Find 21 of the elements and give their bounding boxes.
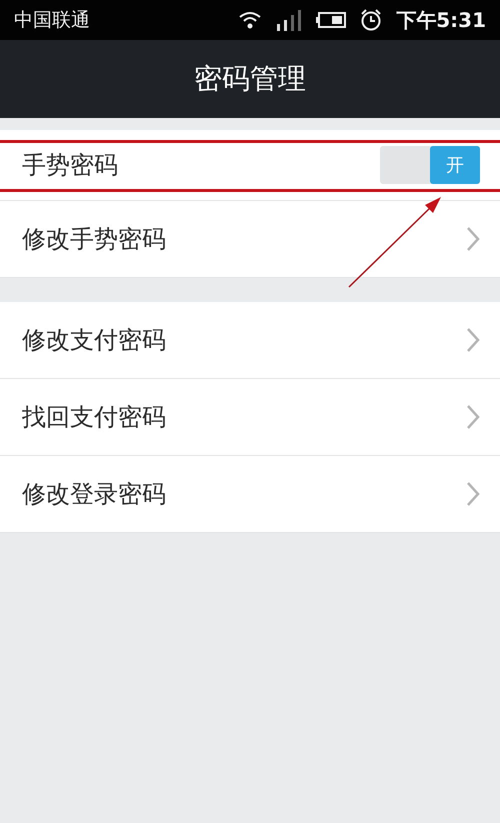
alarm-clock-icon bbox=[360, 9, 382, 31]
battery-icon bbox=[316, 12, 346, 28]
chevron-right-icon bbox=[466, 404, 480, 430]
row-label: 找回支付密码 bbox=[22, 402, 167, 433]
chevron-right-icon bbox=[466, 327, 480, 353]
settings-row[interactable]: 手势密码 开 bbox=[0, 130, 500, 201]
settings-row[interactable]: 修改登录密码 bbox=[0, 456, 500, 533]
row-label: 手势密码 bbox=[22, 150, 119, 181]
carrier-name: 中国联通 bbox=[14, 8, 91, 33]
row-label: 修改手势密码 bbox=[22, 224, 167, 255]
settings-row[interactable]: 找回支付密码 bbox=[0, 379, 500, 456]
signal-icon bbox=[276, 9, 302, 31]
clock-time: 下午5:31 bbox=[396, 6, 486, 34]
row-label: 修改支付密码 bbox=[22, 325, 167, 356]
toggle-knob: 开 bbox=[430, 146, 480, 184]
settings-row[interactable]: 修改支付密码 bbox=[0, 302, 500, 379]
chevron-right-icon bbox=[466, 481, 480, 507]
wifi-icon bbox=[238, 10, 262, 30]
chevron-right-icon bbox=[466, 226, 480, 252]
row-label: 修改登录密码 bbox=[22, 479, 167, 510]
page-title: 密码管理 bbox=[194, 61, 306, 97]
